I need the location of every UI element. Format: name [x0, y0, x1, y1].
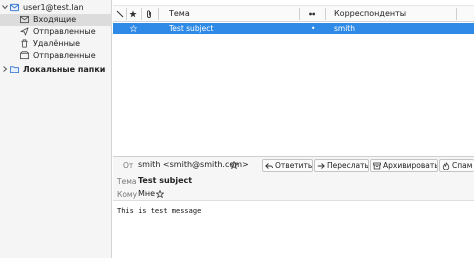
folder-outbox[interactable]: Отправленные — [0, 26, 112, 38]
folder-inbox[interactable]: Входящие — [0, 14, 112, 26]
star-contact-icon[interactable] — [230, 161, 238, 169]
correspondents-column-header[interactable]: Корреспонденты — [334, 6, 406, 22]
folder-trash[interactable]: Удалённые — [0, 38, 112, 50]
column-separator — [141, 8, 142, 20]
folder-icon — [10, 66, 19, 74]
subject-column-header[interactable]: Тема — [169, 6, 190, 22]
from-label: От — [123, 161, 134, 170]
sent-icon — [20, 51, 29, 60]
star-recipient-icon[interactable] — [156, 190, 164, 198]
spam-label: Спам — [452, 161, 473, 170]
folder-sent[interactable]: Отправленные — [0, 50, 112, 62]
to-value[interactable]: Мне — [138, 189, 155, 198]
reply-label: Ответить — [275, 161, 313, 170]
folder-trash-label: Удалённые — [33, 39, 81, 48]
column-separator — [126, 8, 127, 20]
forward-icon — [317, 162, 325, 169]
star-icon[interactable] — [129, 10, 137, 18]
expand-chevron-icon[interactable] — [2, 66, 8, 74]
account-row[interactable]: user1@test.lan — [0, 2, 112, 14]
table-row[interactable]: Test subject • smith — [113, 23, 474, 34]
mail-window: user1@test.lan Входящие Отправленные Уда… — [0, 0, 474, 258]
collapse-chevron-icon[interactable] — [2, 4, 8, 12]
local-folders-label: Локальные папки — [23, 65, 106, 74]
spam-button[interactable]: Спам — [439, 159, 474, 172]
reply-icon — [265, 162, 273, 169]
subject-value: Test subject — [138, 176, 193, 185]
message-pane: От smith <smith@smith.com> Ответить Пере… — [113, 156, 474, 258]
archive-label: Архивировать — [383, 161, 438, 170]
column-separator — [158, 8, 159, 20]
row-subject: Test subject — [169, 24, 214, 33]
account-envelope-icon — [10, 3, 19, 12]
archive-icon — [373, 162, 381, 169]
local-folders-row[interactable]: Локальные папки — [0, 64, 112, 76]
thread-pane: Тема Корреспонденты Test subject • smith — [113, 0, 474, 156]
column-separator — [456, 8, 457, 20]
thread-column-header: Тема Корреспонденты — [113, 5, 474, 22]
folder-outbox-label: Отправленные — [33, 27, 96, 36]
row-correspondent: smith — [334, 24, 355, 33]
to-label: Кому — [117, 190, 138, 199]
reply-button[interactable]: Ответить — [262, 159, 313, 172]
folder-pane: user1@test.lan Входящие Отправленные Уда… — [0, 0, 112, 258]
star-toggle-icon[interactable] — [130, 25, 137, 32]
forward-button[interactable]: Переслать — [314, 159, 369, 172]
account-label: user1@test.lan — [23, 3, 84, 12]
thread-icon[interactable] — [116, 10, 124, 18]
archive-button[interactable]: Архивировать — [370, 159, 438, 172]
paperclip-icon[interactable] — [145, 10, 153, 18]
message-header: От smith <smith@smith.com> Ответить Пере… — [113, 157, 474, 201]
folder-sent-label: Отправленные — [33, 51, 96, 60]
message-body: This is test message — [117, 207, 202, 215]
subject-label: Тема — [117, 177, 137, 186]
column-separator — [325, 8, 326, 20]
row-read-mark[interactable]: • — [311, 23, 315, 34]
trash-icon — [21, 39, 28, 48]
read-status-icon[interactable] — [308, 10, 316, 18]
forward-label: Переслать — [327, 161, 369, 170]
spam-flame-icon — [442, 161, 450, 170]
inbox-icon — [20, 15, 29, 24]
folder-inbox-label: Входящие — [33, 15, 77, 24]
column-separator — [299, 8, 300, 20]
outbox-icon — [20, 27, 29, 36]
